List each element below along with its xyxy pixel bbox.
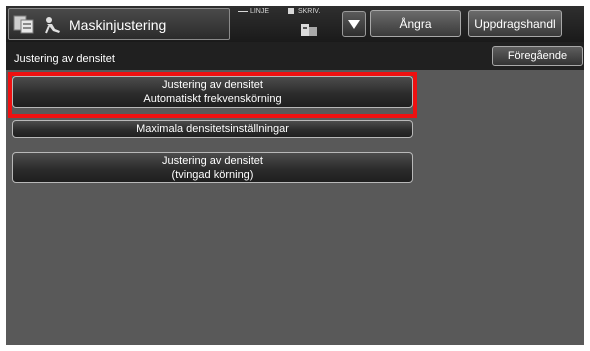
line-status-label: LINJE [249,8,270,15]
line-status: LINJE [238,8,269,15]
option-line-2: (tvingad körning) [171,168,254,181]
status-dropdown-button[interactable] [342,11,366,37]
undo-button[interactable]: Ångra [370,10,461,37]
adjust-icon [45,17,60,34]
printer-status-icon [301,24,317,36]
sub-header: Justering av densitet Föregående [6,42,584,70]
dropdown-arrow-icon [348,20,360,29]
option-line-1: Justering av densitet [162,154,263,167]
app-title: Maskinjustering [69,17,167,33]
print-status-label: SKRIV. [297,8,321,15]
option-line-1: Maximala densitetsinställningar [136,123,289,135]
screen: Maskinjustering LINJE SKRIV. Ångra Uppdr… [6,6,584,345]
line-indicator [238,10,248,12]
max-density-settings-button[interactable]: Maximala densitetsinställningar [12,120,413,138]
forced-density-adjustment-button[interactable]: Justering av densitet (tvingad körning) [12,152,413,183]
job-list-button[interactable]: Uppdragshandl [468,10,562,37]
home-icon[interactable] [13,13,35,35]
auto-density-adjustment-button[interactable]: Justering av densitet Automatiskt frekve… [12,76,413,108]
option-line-2: Automatiskt frekvenskörning [143,93,282,105]
print-indicator [288,8,294,15]
print-status: SKRIV. [288,8,320,15]
header-bar: Maskinjustering LINJE SKRIV. Ångra Uppdr… [6,6,584,42]
title-box: Maskinjustering [8,8,230,40]
option-line-1: Justering av densitet [162,79,263,91]
previous-button[interactable]: Föregående [492,46,583,66]
page-title: Justering av densitet [14,53,115,65]
